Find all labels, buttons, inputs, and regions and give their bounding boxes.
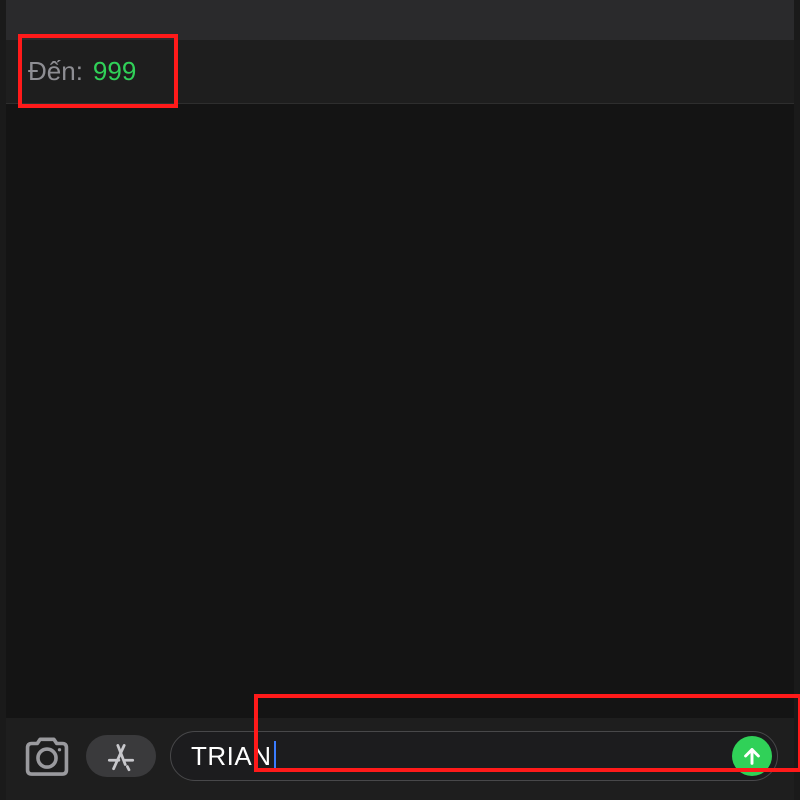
text-cursor [274,741,277,771]
message-text: TRIAN [191,741,272,772]
send-button[interactable] [732,736,772,776]
message-input[interactable]: TRIAN [170,731,778,781]
appstore-icon[interactable] [86,735,156,777]
compose-bar: TRIAN [6,718,794,800]
conversation-body [6,104,794,718]
camera-icon[interactable] [22,735,72,777]
messages-screen: Đến: 999 TRIAN [6,0,794,800]
status-bar [6,0,794,40]
recipient-value: 999 [93,56,136,87]
to-label: Đến: [28,56,83,87]
recipient-row[interactable]: Đến: 999 [6,40,794,104]
